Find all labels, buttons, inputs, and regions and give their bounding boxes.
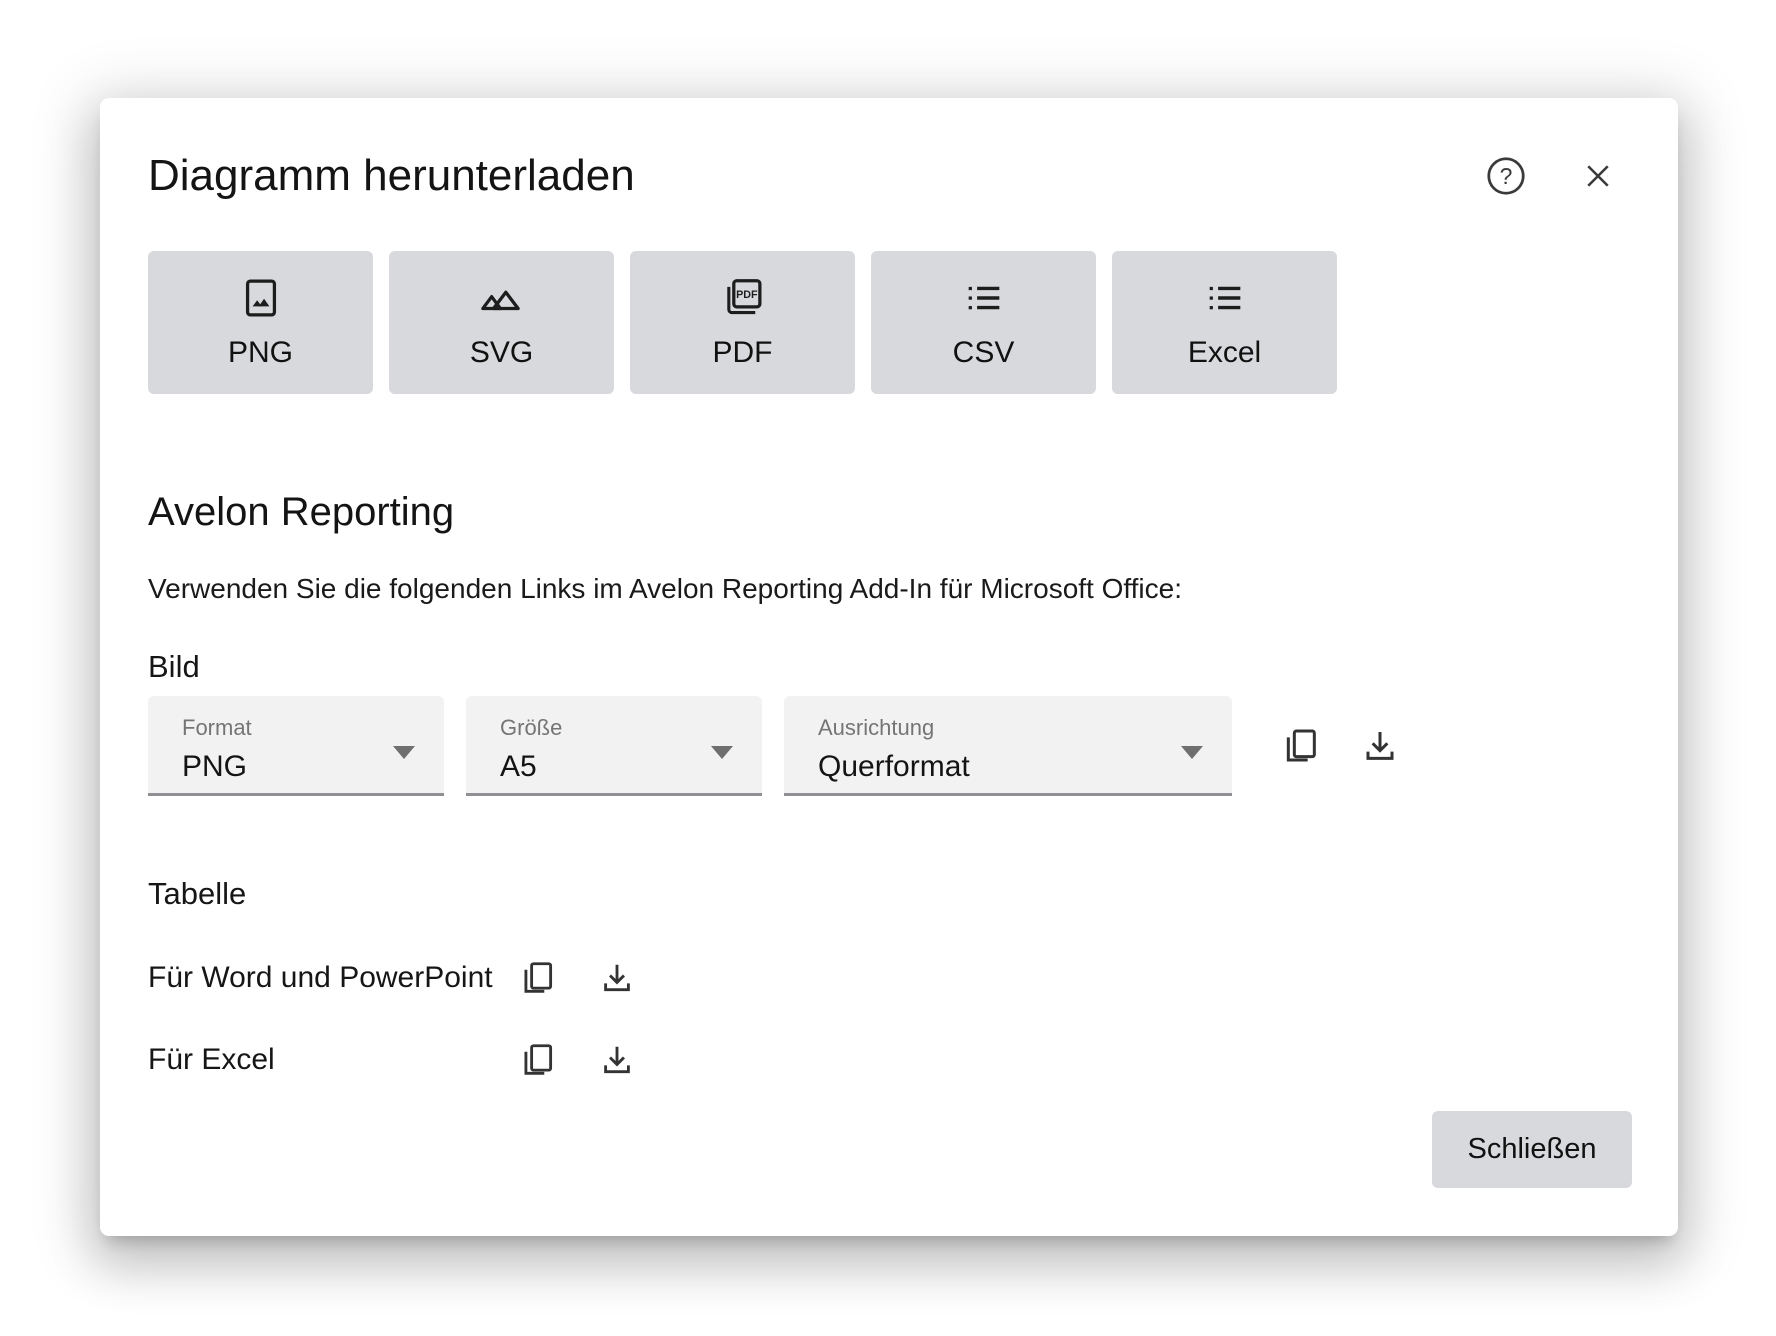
- svg-text:PDF: PDF: [736, 289, 758, 301]
- orientation-select-value: Querformat: [818, 752, 1232, 782]
- format-button-label: Excel: [1188, 336, 1261, 370]
- format-button-pdf[interactable]: PDF PDF: [630, 251, 855, 394]
- download-icon: [1360, 726, 1400, 766]
- format-button-excel[interactable]: Excel: [1112, 251, 1337, 394]
- copy-excel-link-button[interactable]: [514, 1037, 560, 1083]
- format-button-label: PDF: [713, 336, 773, 370]
- header-actions: ?: [1480, 150, 1632, 202]
- dialog-title: Diagramm herunterladen: [148, 153, 635, 199]
- table-group-heading: Tabelle: [148, 876, 1632, 912]
- size-select-label: Größe: [500, 717, 762, 739]
- table-row-label: Für Excel: [148, 1043, 514, 1077]
- help-button[interactable]: ?: [1480, 150, 1532, 202]
- format-button-svg[interactable]: SVG: [389, 251, 614, 394]
- dropdown-arrow-icon: [1181, 746, 1203, 759]
- list-icon: [1202, 275, 1248, 321]
- close-button[interactable]: [1576, 154, 1620, 198]
- reporting-description: Verwenden Sie die folgenden Links im Ave…: [148, 573, 1632, 605]
- copy-image-link-button[interactable]: [1276, 722, 1324, 770]
- format-button-png[interactable]: PNG: [148, 251, 373, 394]
- help-icon: ?: [1484, 154, 1528, 198]
- image-group-heading: Bild: [148, 649, 1632, 685]
- table-row-actions: [514, 1037, 640, 1083]
- size-select[interactable]: Größe A5: [466, 696, 762, 796]
- reporting-section-heading: Avelon Reporting: [148, 490, 1632, 535]
- copy-word-link-button[interactable]: [514, 955, 560, 1001]
- svg-text:?: ?: [1500, 163, 1513, 189]
- table-row-excel: Für Excel: [148, 1036, 1632, 1084]
- close-icon: [1580, 158, 1616, 194]
- format-button-row: PNG SVG PDF PDF CSV: [148, 251, 1632, 394]
- dropdown-arrow-icon: [393, 746, 415, 759]
- image-options-row: Format PNG Größe A5 Ausrichtung Querform…: [148, 696, 1632, 796]
- download-icon: [598, 1041, 636, 1079]
- format-button-label: SVG: [470, 336, 533, 370]
- landscape-icon: [476, 275, 528, 321]
- table-row-word-powerpoint: Für Word und PowerPoint: [148, 954, 1632, 1002]
- table-row-actions: [514, 955, 640, 1001]
- format-button-csv[interactable]: CSV: [871, 251, 1096, 394]
- download-chart-dialog: Diagramm herunterladen ? PNG: [100, 98, 1678, 1236]
- format-select[interactable]: Format PNG: [148, 696, 444, 796]
- format-button-label: CSV: [953, 336, 1015, 370]
- list-icon: [961, 275, 1007, 321]
- dropdown-arrow-icon: [711, 746, 733, 759]
- orientation-select-label: Ausrichtung: [818, 717, 1232, 739]
- image-link-actions: [1276, 722, 1404, 770]
- close-dialog-button[interactable]: Schließen: [1432, 1111, 1632, 1188]
- format-button-label: PNG: [228, 336, 293, 370]
- pdf-icon: PDF: [720, 275, 766, 321]
- copy-icon: [518, 959, 556, 997]
- image-icon: [238, 275, 284, 321]
- format-select-label: Format: [182, 717, 444, 739]
- download-excel-table-button[interactable]: [594, 1037, 640, 1083]
- download-word-table-button[interactable]: [594, 955, 640, 1001]
- table-row-label: Für Word und PowerPoint: [148, 961, 514, 995]
- copy-icon: [1280, 726, 1320, 766]
- dialog-header: Diagramm herunterladen ?: [148, 150, 1632, 202]
- orientation-select[interactable]: Ausrichtung Querformat: [784, 696, 1232, 796]
- copy-icon: [518, 1041, 556, 1079]
- download-icon: [598, 959, 636, 997]
- download-image-button[interactable]: [1356, 722, 1404, 770]
